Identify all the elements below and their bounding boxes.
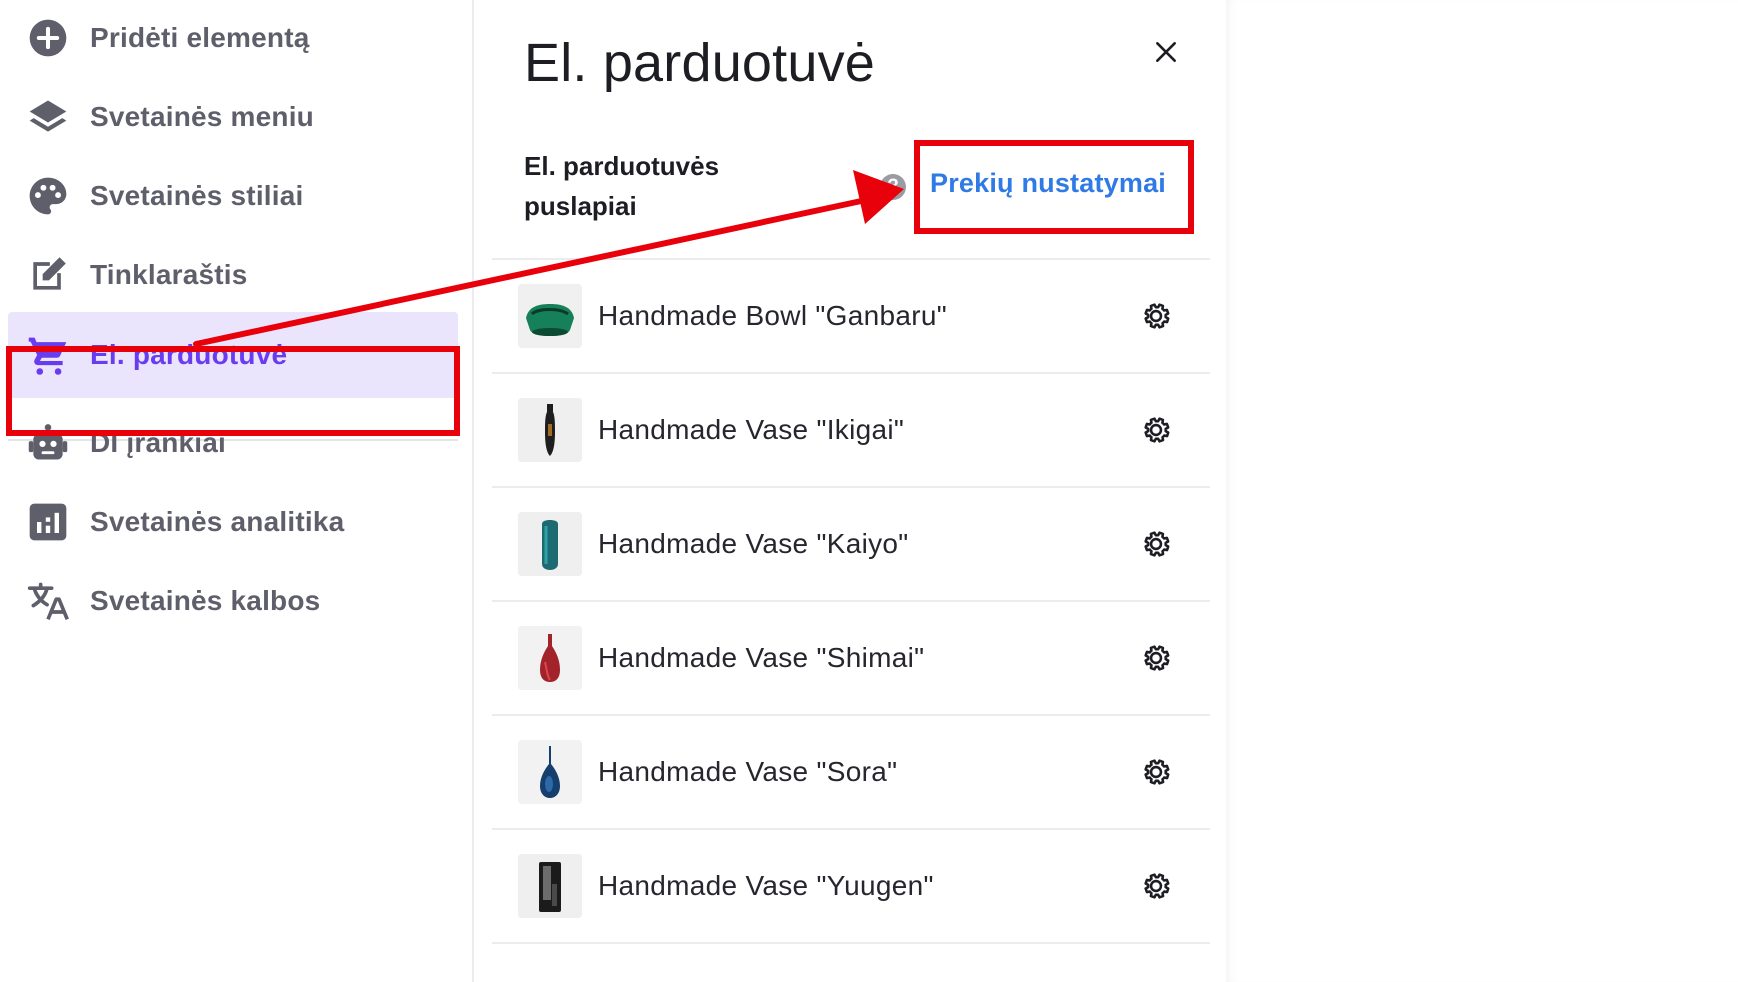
product-name: Handmade Vase "Ikigai" [598, 414, 905, 445]
gear-icon [1144, 645, 1170, 671]
product-settings-button[interactable] [1136, 638, 1176, 678]
sidebar-item-analytics[interactable]: Svetainės analitika [8, 479, 458, 565]
list-item[interactable]: Handmade Bowl "Ganbaru" [492, 260, 1210, 374]
sidebar-item-eshop[interactable]: El. parduotuvė [8, 312, 458, 398]
robot-icon [24, 419, 72, 467]
close-button[interactable] [1140, 26, 1192, 78]
product-name: Handmade Bowl "Ganbaru" [598, 300, 947, 331]
sidebar-item-label: El. parduotuvė [90, 339, 288, 370]
close-icon [1156, 42, 1176, 62]
sidebar-item-label: DI įrankiai [90, 427, 227, 458]
sidebar-item-site-menu[interactable]: Svetainės meniu [8, 74, 458, 160]
sidebar: Pridėti elementą Svetainės meniu Svetain… [0, 0, 474, 982]
product-settings-button[interactable] [1136, 752, 1176, 792]
product-thumbnail [518, 740, 582, 804]
list-item[interactable]: Handmade Vase "Sora" [492, 716, 1210, 830]
sidebar-item-site-styles[interactable]: Svetainės stiliai [8, 153, 458, 239]
product-list: Handmade Bowl "Ganbaru" Handmade Vase "I… [492, 258, 1210, 944]
product-thumbnail [518, 512, 582, 576]
gear-icon [1144, 531, 1170, 557]
list-item[interactable]: Handmade Vase "Shimai" [492, 602, 1210, 716]
sidebar-item-label: Tinklaraštis [90, 259, 248, 290]
gear-icon [1144, 759, 1170, 785]
sidebar-item-label: Svetainės kalbos [90, 585, 321, 616]
eshop-panel: El. parduotuvė El. parduotuvės puslapiai… [476, 0, 1226, 982]
list-item[interactable]: Handmade Vase "Ikigai" [492, 374, 1210, 488]
translate-icon [24, 577, 72, 625]
product-name: Handmade Vase "Yuugen" [598, 870, 934, 901]
layers-icon [24, 93, 72, 141]
product-settings-button[interactable] [1136, 524, 1176, 564]
sidebar-item-label: Svetainės analitika [90, 506, 345, 537]
section-title: El. parduotuvės puslapiai [524, 151, 720, 221]
product-settings-button[interactable] [1136, 296, 1176, 336]
list-item[interactable]: Handmade Vase "Kaiyo" [492, 488, 1210, 602]
product-thumbnail [518, 398, 582, 462]
gear-icon [1144, 303, 1170, 329]
product-thumbnail [518, 284, 582, 348]
add-circle-icon [24, 14, 72, 62]
page-preview-area [1226, 0, 1738, 982]
gear-icon [1144, 417, 1170, 443]
product-settings-button[interactable] [1136, 866, 1176, 906]
product-name: Handmade Vase "Shimai" [598, 642, 925, 673]
product-name: Handmade Vase "Sora" [598, 756, 898, 787]
sidebar-item-label: Svetainės stiliai [90, 180, 304, 211]
palette-icon [24, 172, 72, 220]
panel-title: El. parduotuvė [524, 33, 876, 93]
product-thumbnail [518, 854, 582, 918]
product-thumbnail [518, 626, 582, 690]
product-name: Handmade Vase "Kaiyo" [598, 528, 909, 559]
sidebar-item-label: Pridėti elementą [90, 22, 310, 53]
cart-icon [24, 331, 72, 379]
sidebar-item-label: Svetainės meniu [90, 101, 314, 132]
analytics-icon [24, 498, 72, 546]
sidebar-item-ai-tools[interactable]: DI įrankiai [8, 400, 458, 486]
sidebar-item-add-element[interactable]: Pridėti elementą [8, 0, 458, 81]
help-icon[interactable]: ? [880, 174, 906, 200]
sidebar-item-languages[interactable]: Svetainės kalbos [8, 558, 458, 644]
sidebar-item-blog[interactable]: Tinklaraštis [8, 232, 458, 318]
product-settings-button[interactable] [1136, 410, 1176, 450]
gear-icon [1144, 873, 1170, 899]
edit-icon [24, 251, 72, 299]
product-settings-link[interactable]: Prekių nustatymai [930, 168, 1166, 199]
list-item[interactable]: Handmade Vase "Yuugen" [492, 830, 1210, 944]
